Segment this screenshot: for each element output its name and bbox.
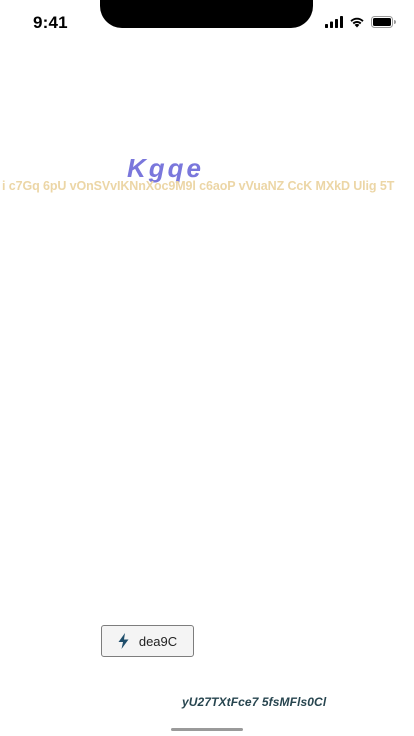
status-time: 9:41	[33, 13, 68, 32]
app-screen: 9:41 Kgqe i c7Gq 6pU vOnSVvIKNnXoc9M9l c…	[0, 0, 414, 736]
cellular-signal-icon	[325, 16, 343, 28]
marquee-text: i c7Gq 6pU vOnSVvIKNnXoc9M9l c6aoP vVuaN…	[2, 179, 395, 193]
status-icons	[325, 15, 396, 29]
action-button-label: dea9C	[138, 633, 178, 649]
lightning-bolt-icon	[118, 633, 129, 649]
footer-text: yU27TXtFce7 5fsMFls0Cl	[182, 695, 327, 709]
battery-icon	[371, 16, 396, 28]
home-indicator[interactable]	[171, 728, 243, 731]
action-button[interactable]: dea9C	[101, 625, 194, 657]
device-notch	[100, 0, 313, 28]
wifi-icon	[349, 16, 365, 28]
